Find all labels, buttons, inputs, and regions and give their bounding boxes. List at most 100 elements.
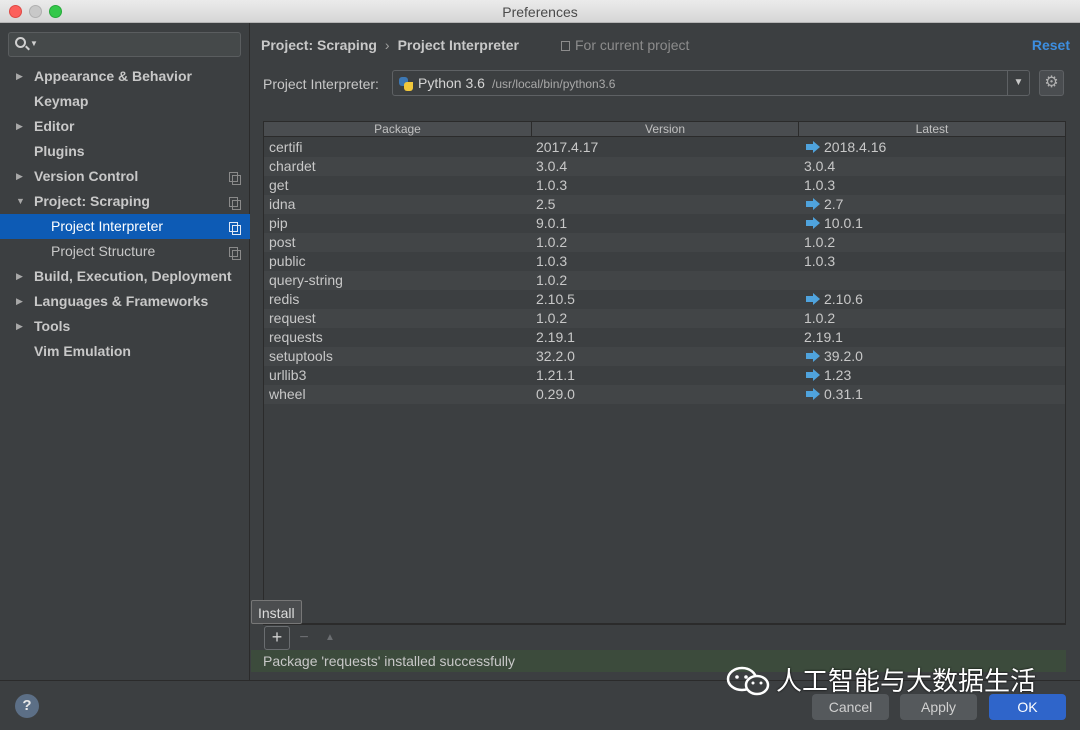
expand-arrow-icon[interactable]: ▶ <box>16 264 23 289</box>
package-name-cell: requests <box>269 329 323 345</box>
latest-version-cell: 1.0.2 <box>804 310 836 326</box>
table-row[interactable]: chardet 3.0.4 3.0.4 <box>264 157 1065 176</box>
sidebar-item-appearance-behavior[interactable]: ▶ Appearance & Behavior <box>0 64 250 89</box>
sidebar-item-label: Editor <box>34 118 75 134</box>
chevron-down-icon[interactable]: ▼ <box>1007 71 1029 95</box>
latest-version-upgrade-cell: 39.2.0 <box>804 347 863 366</box>
package-version-cell: 32.2.0 <box>536 348 575 364</box>
expand-arrow-icon[interactable]: ▶ <box>16 114 23 139</box>
expand-arrow-icon[interactable]: ▶ <box>16 64 23 89</box>
install-tooltip: Install <box>251 600 302 624</box>
sidebar-item-label: Project Structure <box>51 243 156 259</box>
search-icon <box>15 37 26 48</box>
expand-arrow-icon[interactable]: ▶ <box>16 164 23 189</box>
sidebar-item-tools[interactable]: ▶ Tools <box>0 314 250 339</box>
sidebar-item-languages-frameworks[interactable]: ▶ Languages & Frameworks <box>0 289 250 314</box>
package-name-cell: pip <box>269 215 288 231</box>
sidebar-item-vim-emulation[interactable]: Vim Emulation <box>0 339 250 364</box>
column-header-package[interactable]: Package <box>264 122 532 137</box>
scope-hint-label: For current project <box>575 37 690 53</box>
sidebar-item-plugins[interactable]: Plugins <box>0 139 250 164</box>
latest-version-upgrade-cell: 0.31.1 <box>804 385 863 404</box>
sidebar-item-label: Plugins <box>34 143 85 159</box>
upgrade-package-button[interactable]: ▲ <box>317 626 343 650</box>
settings-search-input[interactable]: ▼ <box>8 32 241 57</box>
table-row[interactable]: wheel 0.29.0 0.31.1 <box>264 385 1065 404</box>
package-table: Package Version Latest certifi 2017.4.17 2… <box>263 121 1066 624</box>
wechat-logo-icon <box>726 666 770 696</box>
sidebar-item-project-interpreter[interactable]: Project Interpreter <box>0 214 250 239</box>
package-name-cell: chardet <box>269 158 316 174</box>
latest-version-upgrade-cell: 2.7 <box>804 195 843 214</box>
sidebar-item-label: Version Control <box>34 168 139 184</box>
package-name-cell: wheel <box>269 386 306 402</box>
interpreter-path: /usr/local/bin/python3.6 <box>492 77 616 91</box>
package-version-cell: 1.0.2 <box>536 234 568 250</box>
package-version-cell: 9.0.1 <box>536 215 568 231</box>
table-body: certifi 2017.4.17 2018.4.16 chardet 3.0.4 3.0… <box>264 138 1065 404</box>
column-header-latest[interactable]: Latest <box>799 122 1065 137</box>
table-row[interactable]: certifi 2017.4.17 2018.4.16 <box>264 138 1065 157</box>
sidebar-item-project-structure[interactable]: Project Structure <box>0 239 250 264</box>
table-row[interactable]: setuptools 32.2.0 39.2.0 <box>264 347 1065 366</box>
sidebar-item-editor[interactable]: ▶ Editor <box>0 114 250 139</box>
table-row[interactable]: idna 2.5 2.7 <box>264 195 1065 214</box>
table-row[interactable]: pip 9.0.1 10.0.1 <box>264 214 1065 233</box>
package-version-cell: 3.0.4 <box>536 158 568 174</box>
latest-version-upgrade-cell: 2.10.6 <box>804 290 863 309</box>
sidebar-item-label: Vim Emulation <box>34 343 131 359</box>
table-row[interactable]: post 1.0.2 1.0.2 <box>264 233 1065 252</box>
sidebar-item-project-scraping[interactable]: ▼ Project: Scraping <box>0 189 250 214</box>
sidebar-item-keymap[interactable]: Keymap <box>0 89 250 114</box>
python-icon <box>399 77 413 91</box>
table-row[interactable]: public 1.0.3 1.0.3 <box>264 252 1065 271</box>
breadcrumb-current: Project Interpreter <box>397 37 519 53</box>
project-scope-icon <box>229 172 241 185</box>
reset-link[interactable]: Reset <box>1032 37 1070 53</box>
sidebar-item-label: Build, Execution, Deployment <box>34 268 232 284</box>
settings-sidebar: ▼ ▶ Appearance & Behavior Keymap ▶ Edito… <box>0 23 250 680</box>
sidebar-item-label: Languages & Frameworks <box>34 293 209 309</box>
package-version-cell: 2.5 <box>536 196 556 212</box>
package-toolbar: + − ▲ <box>263 624 1066 650</box>
table-row[interactable]: get 1.0.3 1.0.3 <box>264 176 1065 195</box>
expand-arrow-icon[interactable]: ▶ <box>16 314 23 339</box>
help-button[interactable]: ? <box>15 694 39 718</box>
breadcrumb-separator: › <box>384 37 390 53</box>
package-name-cell: public <box>269 253 306 269</box>
package-name-cell: request <box>269 310 316 326</box>
table-row[interactable]: requests 2.19.1 2.19.1 <box>264 328 1065 347</box>
latest-version-cell: 2.19.1 <box>804 329 843 345</box>
package-name-cell: setuptools <box>269 348 333 364</box>
package-name-cell: post <box>269 234 296 250</box>
package-version-cell: 1.0.3 <box>536 177 568 193</box>
latest-version-upgrade-cell: 10.0.1 <box>804 214 863 233</box>
breadcrumb-root: Project: Scraping <box>261 37 377 53</box>
window-title: Preferences <box>502 4 578 20</box>
table-row[interactable]: redis 2.10.5 2.10.6 <box>264 290 1065 309</box>
package-name-cell: idna <box>269 196 296 212</box>
table-row[interactable]: urllib3 1.21.1 1.23 <box>264 366 1065 385</box>
table-row[interactable]: query-string 1.0.2 <box>264 271 1065 290</box>
latest-version-cell: 1.0.2 <box>804 234 836 250</box>
package-version-cell: 2.19.1 <box>536 329 575 345</box>
sidebar-item-label: Tools <box>34 318 71 334</box>
watermark-text: 人工智能与大数据生活 <box>776 666 1037 696</box>
column-header-version[interactable]: Version <box>532 122 799 137</box>
add-package-button[interactable]: + <box>264 626 290 650</box>
latest-version-cell: 1.0.3 <box>804 177 836 193</box>
interpreter-name: Python 3.6 <box>418 75 485 91</box>
settings-tree: ▶ Appearance & Behavior Keymap ▶ Editor … <box>0 64 250 364</box>
sidebar-item-build-execution-deployment[interactable]: ▶ Build, Execution, Deployment <box>0 264 250 289</box>
remove-package-button[interactable]: − <box>291 626 317 650</box>
package-version-cell: 0.29.0 <box>536 386 575 402</box>
interpreter-select[interactable]: Python 3.6 /usr/local/bin/python3.6 ▼ <box>392 70 1030 96</box>
sidebar-item-label: Project: Scraping <box>34 193 150 209</box>
collapse-arrow-icon[interactable]: ▼ <box>16 189 25 214</box>
table-header: Package Version Latest <box>264 122 1065 137</box>
expand-arrow-icon[interactable]: ▶ <box>16 289 23 314</box>
latest-version-cell: 3.0.4 <box>804 158 836 174</box>
gear-icon[interactable]: ⚙ <box>1039 70 1064 96</box>
sidebar-item-version-control[interactable]: ▶ Version Control <box>0 164 250 189</box>
table-row[interactable]: request 1.0.2 1.0.2 <box>264 309 1065 328</box>
